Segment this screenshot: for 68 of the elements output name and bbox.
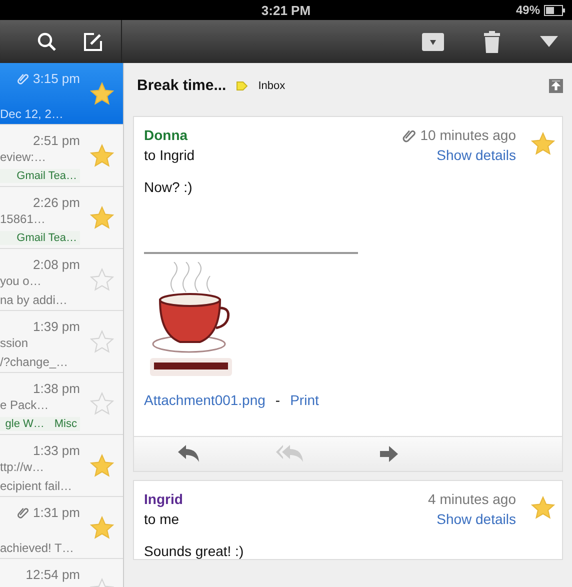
message-body: Now? :) — [143, 178, 194, 195]
sender-name: Donna — [144, 127, 189, 143]
sender-name: Ingrid — [144, 491, 183, 507]
message-time: 2:51 pm — [33, 133, 80, 148]
message-snippet: e Pack… — [0, 398, 49, 412]
reply-icon[interactable] — [178, 445, 200, 463]
message-list-item[interactable]: 1:38 pm e Pack… gle W… Misc — [0, 373, 123, 435]
message-snippet: na by addi… — [0, 293, 68, 307]
label-tag: Misc — [51, 417, 80, 431]
message-time: 1:31 pm — [33, 505, 80, 520]
scroll-up-icon[interactable] — [549, 78, 563, 92]
message-snippet: achieved! T… — [0, 541, 74, 555]
star-icon[interactable] — [89, 143, 115, 169]
message-list-item[interactable]: 2:26 pm 15861… Gmail Tea… — [0, 187, 123, 249]
message-list-item[interactable]: 1:33 pm ttp://w… ecipient fail… — [0, 435, 123, 497]
star-icon[interactable] — [89, 205, 115, 231]
separator-text: - — [275, 392, 280, 408]
battery-percent: 49% — [516, 3, 540, 17]
message-snippet: ecipient fail… — [0, 479, 72, 493]
label-icon — [236, 80, 248, 90]
message-time: 1:38 pm — [33, 381, 80, 396]
archive-icon[interactable] — [422, 32, 444, 50]
message-list-item[interactable]: 2:51 pm eview:… Gmail Tea… — [0, 125, 123, 187]
message-time: 2:08 pm — [33, 257, 80, 272]
star-icon[interactable] — [89, 391, 115, 417]
message-age: 4 minutes ago — [428, 491, 516, 507]
message-list-item[interactable]: 12:54 pm — [0, 559, 123, 587]
message-body: Sounds great! :) — [143, 542, 245, 559]
compose-icon[interactable] — [83, 32, 103, 52]
message-list-item[interactable]: 2:08 pm you o… na by addi… — [0, 249, 123, 311]
star-icon[interactable] — [89, 453, 115, 479]
clock-time: 3:21 PM — [261, 2, 311, 18]
dropdown-icon[interactable] — [540, 36, 558, 47]
star-icon[interactable] — [89, 329, 115, 355]
message-snippet: /?change_… — [0, 355, 68, 369]
message-snippet: eview:… — [0, 150, 46, 164]
message-list-item[interactable]: 3:15 pm Dec 12, 2… — [0, 63, 123, 125]
label-name: Inbox — [258, 80, 286, 92]
message-snippet: ttp://w… — [0, 460, 44, 474]
print-link[interactable]: Print — [290, 392, 319, 408]
message-time: 1:39 pm — [33, 319, 80, 334]
attachment-link[interactable]: Attachment001.png — [144, 392, 266, 408]
star-icon[interactable] — [530, 131, 556, 157]
trash-icon[interactable] — [484, 30, 500, 52]
message-snippet: ssion — [0, 336, 28, 350]
star-icon[interactable] — [89, 267, 115, 293]
message-time: 12:54 pm — [26, 567, 80, 582]
battery-icon — [544, 4, 566, 16]
star-icon[interactable] — [89, 81, 115, 107]
recipient-text: to me — [144, 511, 180, 527]
message-age: 10 minutes ago — [420, 127, 516, 143]
show-details-link[interactable]: Show details — [436, 147, 516, 163]
message-time: 2:26 pm — [33, 195, 80, 210]
star-icon[interactable] — [89, 515, 115, 541]
label-tag: gle W… — [2, 417, 48, 431]
message-snippet: Dec 12, 2… — [0, 107, 64, 121]
recipient-text: to Ingrid — [144, 147, 195, 163]
message-list-item[interactable]: 1:39 pm ssion /?change_… — [0, 311, 123, 373]
conversation-subject: Break time... — [137, 77, 226, 94]
show-details-link[interactable]: Show details — [436, 511, 516, 527]
message-snippet: 15861… — [0, 212, 46, 226]
message-list-item[interactable]: 1:31 pm achieved! T… — [0, 497, 123, 559]
star-icon[interactable] — [530, 495, 556, 521]
forward-icon[interactable] — [380, 446, 398, 462]
message-snippet: you o… — [0, 274, 42, 288]
message-time: 3:15 pm — [33, 71, 80, 86]
search-icon[interactable] — [37, 32, 57, 52]
message-time: 1:33 pm — [33, 443, 80, 458]
